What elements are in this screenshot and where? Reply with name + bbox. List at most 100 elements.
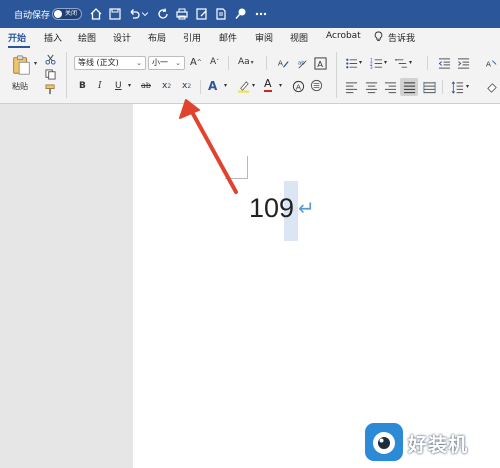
svg-text:A: A	[295, 82, 300, 91]
tab-home[interactable]: 开始	[8, 31, 26, 44]
autosave-toggle[interactable]: 关闭	[52, 8, 82, 20]
line-spacing-icon[interactable]	[450, 80, 464, 94]
justify-icon[interactable]	[400, 78, 418, 96]
more-icon[interactable]	[253, 6, 269, 22]
clear-format-icon[interactable]	[310, 79, 323, 92]
paste-dropdown-icon[interactable]: ▾	[34, 60, 37, 67]
copy-icon[interactable]	[44, 68, 56, 80]
increase-indent-icon[interactable]	[456, 56, 470, 70]
font-color-button[interactable]: A	[264, 78, 272, 92]
numbering-icon[interactable]: 123	[369, 56, 383, 70]
ribbon-home: ▾ 粘贴 等线 (正文) ⌄ 小一 ⌄ A ^ Aˇ Aa ▾ A ab A B…	[0, 48, 500, 104]
grow-font-label: A	[190, 57, 197, 68]
format-painter-icon[interactable]	[44, 83, 56, 95]
font-size-select[interactable]: 小一 ⌄	[148, 56, 185, 70]
caret-down-icon: ˇ	[216, 58, 220, 66]
bullets-icon[interactable]	[344, 56, 358, 70]
text-effects-button[interactable]: A	[208, 79, 217, 93]
align-left-icon[interactable]	[344, 80, 358, 94]
caret-up-icon: ^	[196, 59, 202, 66]
underline-dropdown-icon[interactable]: ▾	[128, 82, 131, 89]
change-case-label: Aa	[238, 57, 250, 67]
separator	[427, 56, 428, 70]
subscript-button[interactable]: x2	[162, 81, 171, 91]
watermark-logo-icon	[362, 420, 406, 464]
edit-document-icon[interactable]	[194, 6, 210, 22]
redo-icon[interactable]	[155, 6, 171, 22]
multilevel-list-icon[interactable]	[394, 56, 408, 70]
chevron-down-icon: ⌄	[175, 59, 181, 67]
phonetic-guide-icon[interactable]: A	[276, 56, 290, 70]
group-separator	[336, 52, 337, 98]
tab-insert[interactable]: 插入	[44, 31, 62, 44]
font-color-dropdown-icon[interactable]: ▾	[279, 82, 282, 89]
grow-font-button[interactable]: A ^	[190, 57, 202, 68]
watermark: 好装机	[360, 420, 500, 468]
bullets-dropdown-icon[interactable]: ▾	[359, 59, 362, 66]
home-icon[interactable]	[88, 6, 104, 22]
paragraph-mark: ↵	[298, 196, 315, 220]
tab-draw[interactable]: 绘图	[78, 31, 96, 44]
paste-label: 粘贴	[12, 82, 28, 91]
group-separator	[66, 52, 67, 98]
highlight-dropdown-icon[interactable]: ▾	[252, 82, 255, 89]
tab-layout[interactable]: 布局	[148, 31, 166, 44]
tab-references[interactable]: 引用	[183, 31, 201, 44]
numbering-dropdown-icon[interactable]: ▾	[384, 59, 387, 66]
separator	[442, 80, 443, 94]
svg-text:A: A	[485, 59, 490, 68]
pin-icon[interactable]	[233, 6, 249, 22]
highlighter-icon[interactable]	[236, 79, 250, 93]
dropdown-arrow-icon: ▾	[250, 58, 254, 66]
document-icon[interactable]	[213, 6, 229, 22]
cut-icon[interactable]	[44, 53, 56, 65]
document-page[interactable]	[133, 104, 500, 468]
font-family-value: 等线 (正文)	[78, 58, 119, 67]
paste-icon[interactable]	[8, 52, 34, 78]
font-family-select[interactable]: 等线 (正文) ⌄	[74, 56, 146, 70]
chinese-layout-icon[interactable]: A	[484, 56, 498, 70]
shrink-font-button[interactable]: Aˇ	[210, 57, 219, 67]
separator	[228, 56, 229, 70]
text-effects-dropdown-icon[interactable]: ▾	[224, 82, 227, 89]
align-right-icon[interactable]	[383, 80, 397, 94]
separator	[200, 80, 201, 94]
undo-dropdown-icon[interactable]	[140, 6, 150, 22]
font-size-value: 小一	[152, 58, 168, 67]
multilevel-dropdown-icon[interactable]: ▾	[409, 59, 412, 66]
subscript-digit: 2	[167, 82, 172, 90]
toggle-state-label: 关闭	[65, 10, 78, 17]
strikethrough-button[interactable]: ab	[141, 81, 151, 90]
autosave-label: 自动保存	[14, 11, 51, 21]
superscript-button[interactable]: x2	[182, 81, 191, 91]
character-shading-icon[interactable]: ab	[295, 56, 309, 70]
shading-icon[interactable]	[484, 80, 498, 94]
enclosed-character-icon[interactable]: A	[291, 79, 305, 93]
tab-design[interactable]: 设计	[113, 31, 131, 44]
tab-acrobat[interactable]: Acrobat	[326, 31, 361, 41]
separator	[266, 56, 267, 70]
save-icon[interactable]	[107, 6, 123, 22]
tab-view[interactable]: 视图	[290, 31, 308, 44]
line-spacing-dropdown-icon[interactable]: ▾	[466, 83, 469, 90]
word-window: 自动保存 关闭 开始 插入 绘图 设计 布局 引用 邮件 审阅 视图 Acrob…	[0, 0, 500, 468]
change-case-button[interactable]: Aa ▾	[238, 57, 254, 67]
character-border-icon[interactable]: A	[313, 56, 327, 70]
document-text[interactable]: 109	[249, 192, 294, 224]
italic-button[interactable]: I	[98, 81, 102, 91]
align-center-icon[interactable]	[364, 80, 378, 94]
bold-button[interactable]: B	[79, 81, 86, 91]
tab-review[interactable]: 审阅	[255, 31, 273, 44]
ribbon-tabs: 开始 插入 绘图 设计 布局 引用 邮件 审阅 视图 Acrobat 告诉我	[0, 28, 500, 48]
svg-text:A: A	[277, 58, 282, 67]
distributed-icon[interactable]	[422, 80, 436, 94]
chevron-down-icon: ⌄	[136, 59, 142, 67]
tell-me-icon	[374, 31, 383, 43]
decrease-indent-icon[interactable]	[437, 56, 451, 70]
svg-text:A: A	[317, 58, 323, 68]
tab-mailings[interactable]: 邮件	[219, 31, 237, 44]
underline-button[interactable]: U	[115, 81, 122, 91]
print-icon[interactable]	[174, 6, 190, 22]
title-bar: 自动保存 关闭	[0, 0, 500, 28]
tell-me-search[interactable]: 告诉我	[388, 31, 415, 44]
